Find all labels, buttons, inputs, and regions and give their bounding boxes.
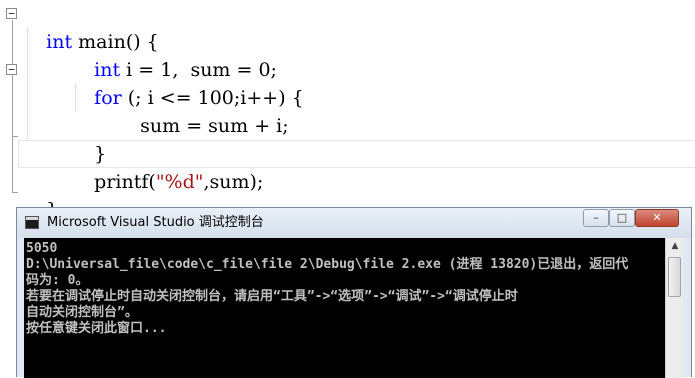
debug-console-window[interactable]: Microsoft Visual Studio 调试控制台 – □ ✕ 5050… bbox=[16, 207, 692, 378]
window-title: Microsoft Visual Studio 调试控制台 bbox=[47, 215, 264, 230]
code-line-1: int main() { bbox=[22, 0, 159, 53]
fold-end-for bbox=[12, 136, 18, 137]
output-line: 自动关闭控制台”。 bbox=[26, 305, 138, 320]
code-text: sum = sum + i; bbox=[140, 115, 289, 137]
scroll-up-icon[interactable]: ▲ bbox=[667, 238, 683, 254]
output-line: D:\Universal_file\code\c_file\file 2\Deb… bbox=[26, 257, 629, 272]
output-line: 若要在调试停止时自动关闭控制台，请启用“工具”->“选项”->“调试”->“调试… bbox=[26, 289, 518, 304]
code-text: printf( bbox=[94, 171, 156, 193]
fold-end-main bbox=[12, 192, 18, 193]
code-line-3: for (; i <= 100;i++) { bbox=[70, 56, 304, 109]
console-output[interactable]: 5050 D:\Universal_file\code\c_file\file … bbox=[24, 238, 665, 378]
code-line-5: } bbox=[70, 112, 106, 165]
code-line-2: int i = 1, sum = 0; bbox=[70, 28, 277, 81]
string-literal: "%d" bbox=[155, 171, 204, 193]
vertical-scrollbar[interactable]: ▲ bbox=[665, 238, 683, 378]
close-button[interactable]: ✕ bbox=[635, 209, 679, 227]
maximize-button[interactable]: □ bbox=[609, 209, 635, 227]
minimize-button[interactable]: – bbox=[583, 209, 609, 227]
title-bar[interactable]: Microsoft Visual Studio 调试控制台 – □ ✕ bbox=[17, 208, 691, 238]
code-line-6: printf("%d",sum); bbox=[70, 140, 263, 193]
code-text: ,sum); bbox=[203, 171, 264, 193]
scrollbar-thumb[interactable] bbox=[668, 257, 681, 297]
code-editor[interactable]: − − int main() { int i = 1, sum = 0; for… bbox=[0, 0, 695, 221]
collapse-for-icon[interactable]: − bbox=[6, 64, 17, 75]
fold-guide-main bbox=[12, 20, 13, 192]
collapse-main-icon[interactable]: − bbox=[6, 8, 17, 19]
code-line-4: sum = sum + i; bbox=[116, 84, 288, 137]
output-line: 按任意键关闭此窗口... bbox=[26, 321, 167, 336]
console-app-icon bbox=[25, 216, 39, 229]
keyword: int bbox=[46, 31, 73, 53]
output-line: 5050 bbox=[26, 241, 58, 256]
output-line: 码为: 0。 bbox=[26, 273, 89, 288]
code-line-7: } bbox=[22, 168, 58, 221]
